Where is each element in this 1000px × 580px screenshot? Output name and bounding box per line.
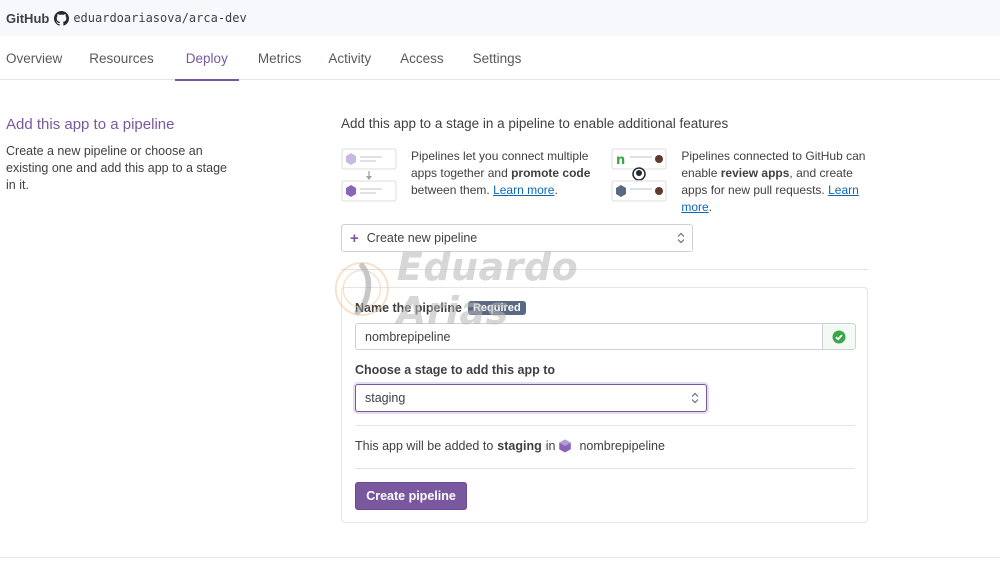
tab-overview[interactable]: Overview [0,36,68,80]
feature-text-part: . [554,183,558,197]
summary-prefix: This app will be added to [355,439,494,453]
summary-stage: staging [497,439,542,453]
feature-list: Pipelines let you connect multiple apps … [341,148,868,216]
service-label: GitHub [6,10,50,26]
top-bar: GitHub eduardoariasova/arca-dev [0,0,1000,36]
check-circle-icon [832,330,846,343]
feature-review-apps: n Pipelines connected to GitHub can enab… [611,148,868,216]
summary-pipeline: nombrepipeline [579,439,665,453]
tab-settings[interactable]: Settings [467,36,528,80]
repo-link[interactable]: eduardoariasova/arca-dev [73,11,246,25]
plus-icon: + [350,229,359,247]
tab-activity[interactable]: Activity [322,36,377,80]
section-intro: Add this app to a pipeline Create a new … [6,116,236,194]
feature-text-bold: review apps [720,166,790,180]
pipeline-hexagon-icon [559,439,572,453]
section-title: Add this app to a pipeline [6,116,175,133]
pipeline-illustration-icon [341,148,397,202]
feature-text-bold: promote code [511,166,591,180]
create-pipeline-button[interactable]: Create pipeline [355,482,467,510]
pipeline-select-value: Create new pipeline [366,231,478,245]
footer-divider [0,557,1000,558]
tab-resources[interactable]: Resources [83,36,160,80]
svg-text:n: n [616,153,625,168]
stage-label: Choose a stage to add this app to [355,363,556,377]
section-description: Create a new pipeline or choose an exist… [6,144,227,192]
valid-indicator [822,323,856,350]
divider [355,425,855,426]
tab-metrics[interactable]: Metrics [252,36,308,80]
learn-more-link[interactable]: Learn more [493,183,554,197]
feature-text-part: between them. [411,183,494,197]
divider [355,468,855,469]
summary-text: This app will be added to staging in nom… [355,439,665,453]
github-pipeline-illustration-icon: n [611,148,667,202]
stage-select-value: staging [365,391,406,405]
chevron-updown-icon [677,232,685,244]
feature-text: Pipelines connected to GitHub can enable… [681,148,868,216]
github-icon [54,10,70,26]
tab-bar: Overview Resources Deploy Metrics Activi… [0,36,1000,81]
feature-text-part: . [708,200,713,214]
watermark-logo-icon [334,261,389,317]
panel-heading: Add this app to a stage in a pipeline to… [341,116,729,131]
feature-connect-apps: Pipelines let you connect multiple apps … [341,148,611,216]
tab-deploy[interactable]: Deploy [174,36,239,81]
pipeline-panel: Add this app to a stage in a pipeline to… [341,116,868,523]
watermark-text: Eduardo Arias [396,245,579,333]
chevron-updown-icon [691,392,699,404]
stage-select[interactable]: staging [355,384,707,412]
feature-text: Pipelines let you connect multiple apps … [411,148,611,216]
summary-in: in [545,439,556,453]
watermark: Eduardo Arias [333,245,683,333]
tab-access[interactable]: Access [394,36,450,80]
